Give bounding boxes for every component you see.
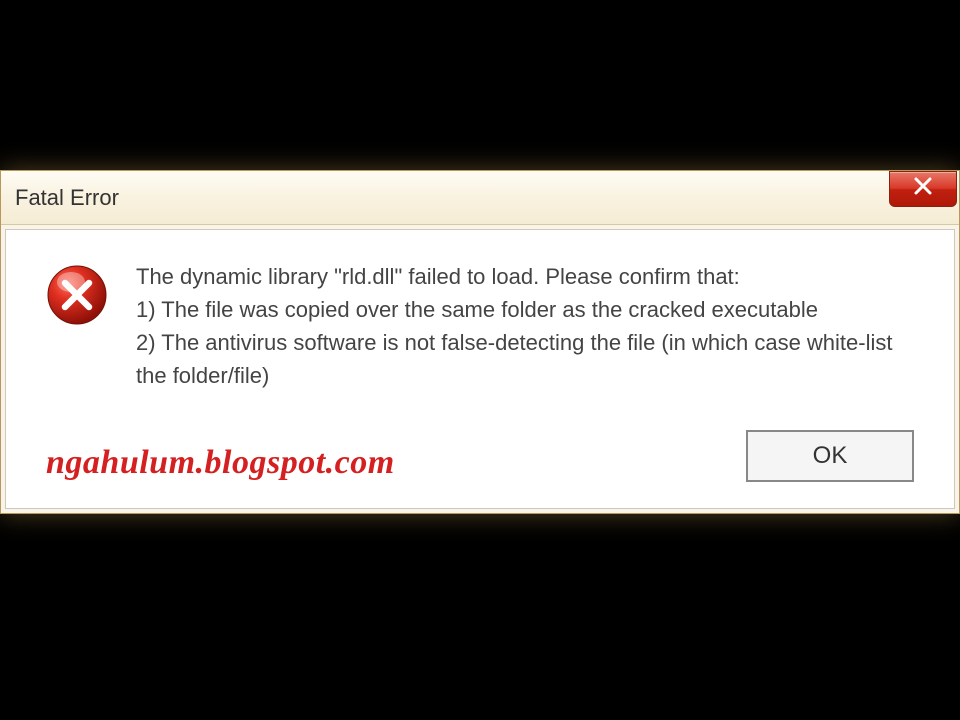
message-row: The dynamic library "rld.dll" failed to … [46,260,914,392]
button-row: ngahulum.blogspot.com OK [46,430,914,482]
close-icon [912,175,934,202]
error-icon [46,264,108,331]
titlebar[interactable]: Fatal Error [1,171,959,225]
ok-button[interactable]: OK [746,430,914,482]
dialog-title: Fatal Error [15,185,119,211]
error-dialog: Fatal Error [0,170,960,514]
error-message: The dynamic library "rld.dll" failed to … [136,260,914,392]
watermark-text: ngahulum.blogspot.com [46,444,395,482]
close-button[interactable] [889,171,957,207]
content-area: The dynamic library "rld.dll" failed to … [5,229,955,509]
